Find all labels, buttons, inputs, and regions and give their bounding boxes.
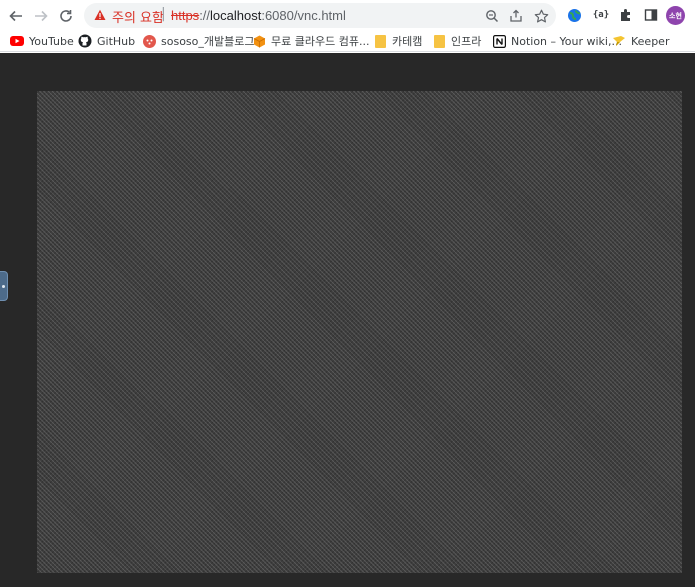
star-icon[interactable]: [533, 8, 549, 24]
globe-extension-icon[interactable]: [566, 7, 582, 23]
address-bar[interactable]: 주의 요함 | https://localhost:6080/vnc.html: [84, 3, 556, 28]
bookmark-folder-category[interactable]: 카테캠: [373, 32, 422, 50]
github-icon: [78, 34, 92, 48]
side-panel-icon[interactable]: [643, 7, 659, 23]
bookmark-label: GitHub: [97, 34, 136, 48]
bookmark-label: 카테캠: [392, 35, 423, 48]
bookmark-label: YouTube: [29, 34, 74, 48]
profile-avatar[interactable]: 소현: [666, 6, 685, 25]
bookmark-youtube[interactable]: YouTube: [10, 32, 74, 50]
url-separator: |: [161, 6, 166, 22]
keeper-icon: [612, 34, 626, 48]
url-path: :6080/vnc.html: [261, 8, 346, 23]
browser-toolbar: 주의 요함 | https://localhost:6080/vnc.html …: [0, 0, 695, 30]
security-warning[interactable]: 주의 요함: [112, 7, 164, 26]
folder-icon: [432, 34, 446, 48]
folder-icon: [373, 34, 387, 48]
bookmark-label: 인프라: [451, 35, 482, 48]
bookmark-folder-infra[interactable]: 인프라: [432, 32, 481, 50]
notion-icon: [492, 34, 506, 48]
youtube-icon: [10, 34, 24, 48]
bookmark-label: sososo_개발블로그: [161, 35, 255, 48]
arrow-right-icon[interactable]: [31, 6, 51, 26]
bookmark-label: Notion – Your wiki,...: [511, 34, 622, 48]
url-text[interactable]: https://localhost:6080/vnc.html: [171, 8, 346, 23]
tistory-icon: [142, 34, 156, 48]
reload-icon[interactable]: [56, 6, 76, 26]
control-bar-handle[interactable]: [0, 271, 8, 301]
url-scheme-sep: ://: [199, 8, 211, 23]
vnc-remote-screen[interactable]: [37, 91, 682, 573]
puzzle-icon[interactable]: [618, 7, 634, 23]
json-extension-icon[interactable]: {a}: [593, 7, 609, 23]
bookmark-github[interactable]: GitHub: [78, 32, 135, 50]
bookmark-sososo-blog[interactable]: sososo_개발블로그: [142, 32, 254, 50]
vnc-viewport: [0, 53, 695, 587]
bookmark-notion[interactable]: Notion – Your wiki,...: [492, 32, 622, 50]
url-scheme: https: [171, 8, 200, 23]
warning-icon[interactable]: [94, 9, 106, 21]
bookmark-keeper[interactable]: Keeper: [612, 32, 669, 50]
bookmark-label: Keeper: [631, 34, 670, 48]
url-host: localhost: [210, 8, 262, 23]
handle-grip-icon: [2, 285, 5, 288]
arrow-left-icon[interactable]: [6, 6, 26, 26]
zoom-icon[interactable]: [484, 8, 500, 24]
bookmarks-bar: YouTube GitHub sososo_개발블로그 무료 클라우드 컴퓨..…: [0, 30, 695, 52]
bookmark-label: 무료 클라우드 컴퓨...: [271, 35, 370, 48]
cube-icon: [252, 34, 266, 48]
share-icon[interactable]: [508, 8, 524, 24]
bookmark-free-cloud[interactable]: 무료 클라우드 컴퓨...: [252, 32, 369, 50]
